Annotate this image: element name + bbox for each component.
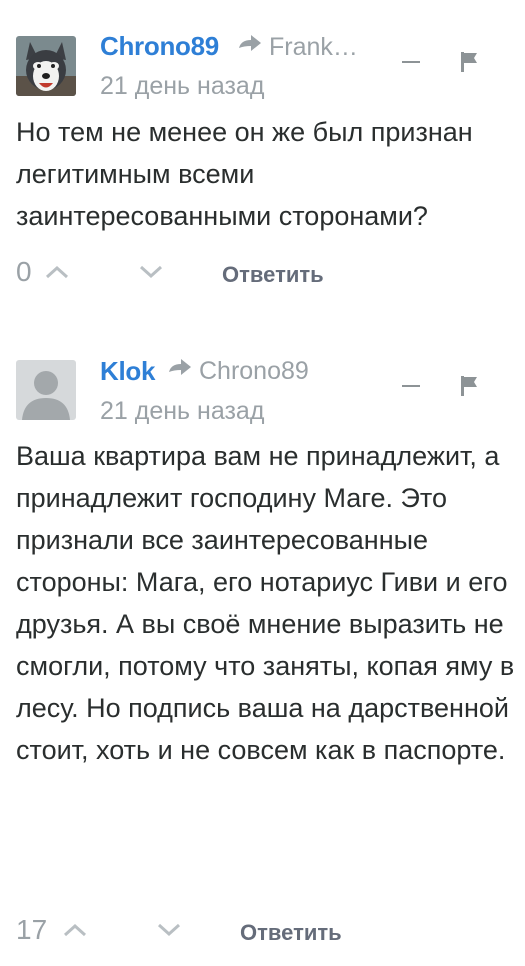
- timestamp[interactable]: 21 день назад: [100, 397, 264, 426]
- husky-dog-avatar-icon: [16, 36, 76, 96]
- reply-to-user[interactable]: Chrono89: [199, 357, 309, 386]
- collapse-button[interactable]: [402, 375, 422, 397]
- timestamp[interactable]: 21 день назад: [100, 72, 264, 101]
- vote-controls: 0 Ответить: [16, 256, 356, 296]
- flag-icon[interactable]: [459, 374, 481, 398]
- comment-body: Ваша квартира вам не принадлежит, а прин…: [16, 441, 515, 765]
- downvote-icon[interactable]: [138, 262, 164, 282]
- upvote-icon[interactable]: [44, 262, 70, 282]
- reply-arrow-icon: [169, 359, 191, 375]
- reply-to-user[interactable]: Frank…: [269, 33, 358, 62]
- reply-button[interactable]: Ответить: [222, 262, 324, 288]
- avatar[interactable]: [16, 36, 76, 96]
- comment-text: Ваша квартира вам не принадлежит, а прин…: [16, 435, 516, 771]
- reply-button[interactable]: Ответить: [240, 920, 342, 946]
- downvote-icon[interactable]: [156, 920, 182, 940]
- comment: Chrono89 Frank… 21 день назад Но тем не …: [0, 0, 525, 320]
- avatar[interactable]: [16, 360, 76, 420]
- author-name[interactable]: Klok: [100, 356, 155, 387]
- upvote-icon[interactable]: [62, 920, 88, 940]
- reply-arrow-icon: [239, 35, 261, 51]
- comment-body: Но тем не менее он же был признан легити…: [16, 117, 473, 231]
- vote-controls: 17 Ответить: [16, 914, 376, 954]
- default-user-avatar-icon: [16, 360, 76, 420]
- collapse-button[interactable]: [402, 51, 422, 73]
- vote-count: 0: [16, 256, 32, 287]
- comment-text: Но тем не менее он же был признан легити…: [16, 111, 516, 237]
- comment: Klok Chrono89 21 день назад Ваша квартир…: [0, 320, 525, 966]
- author-name[interactable]: Chrono89: [100, 31, 219, 62]
- vote-count: 17: [16, 914, 48, 945]
- flag-icon[interactable]: [459, 50, 481, 74]
